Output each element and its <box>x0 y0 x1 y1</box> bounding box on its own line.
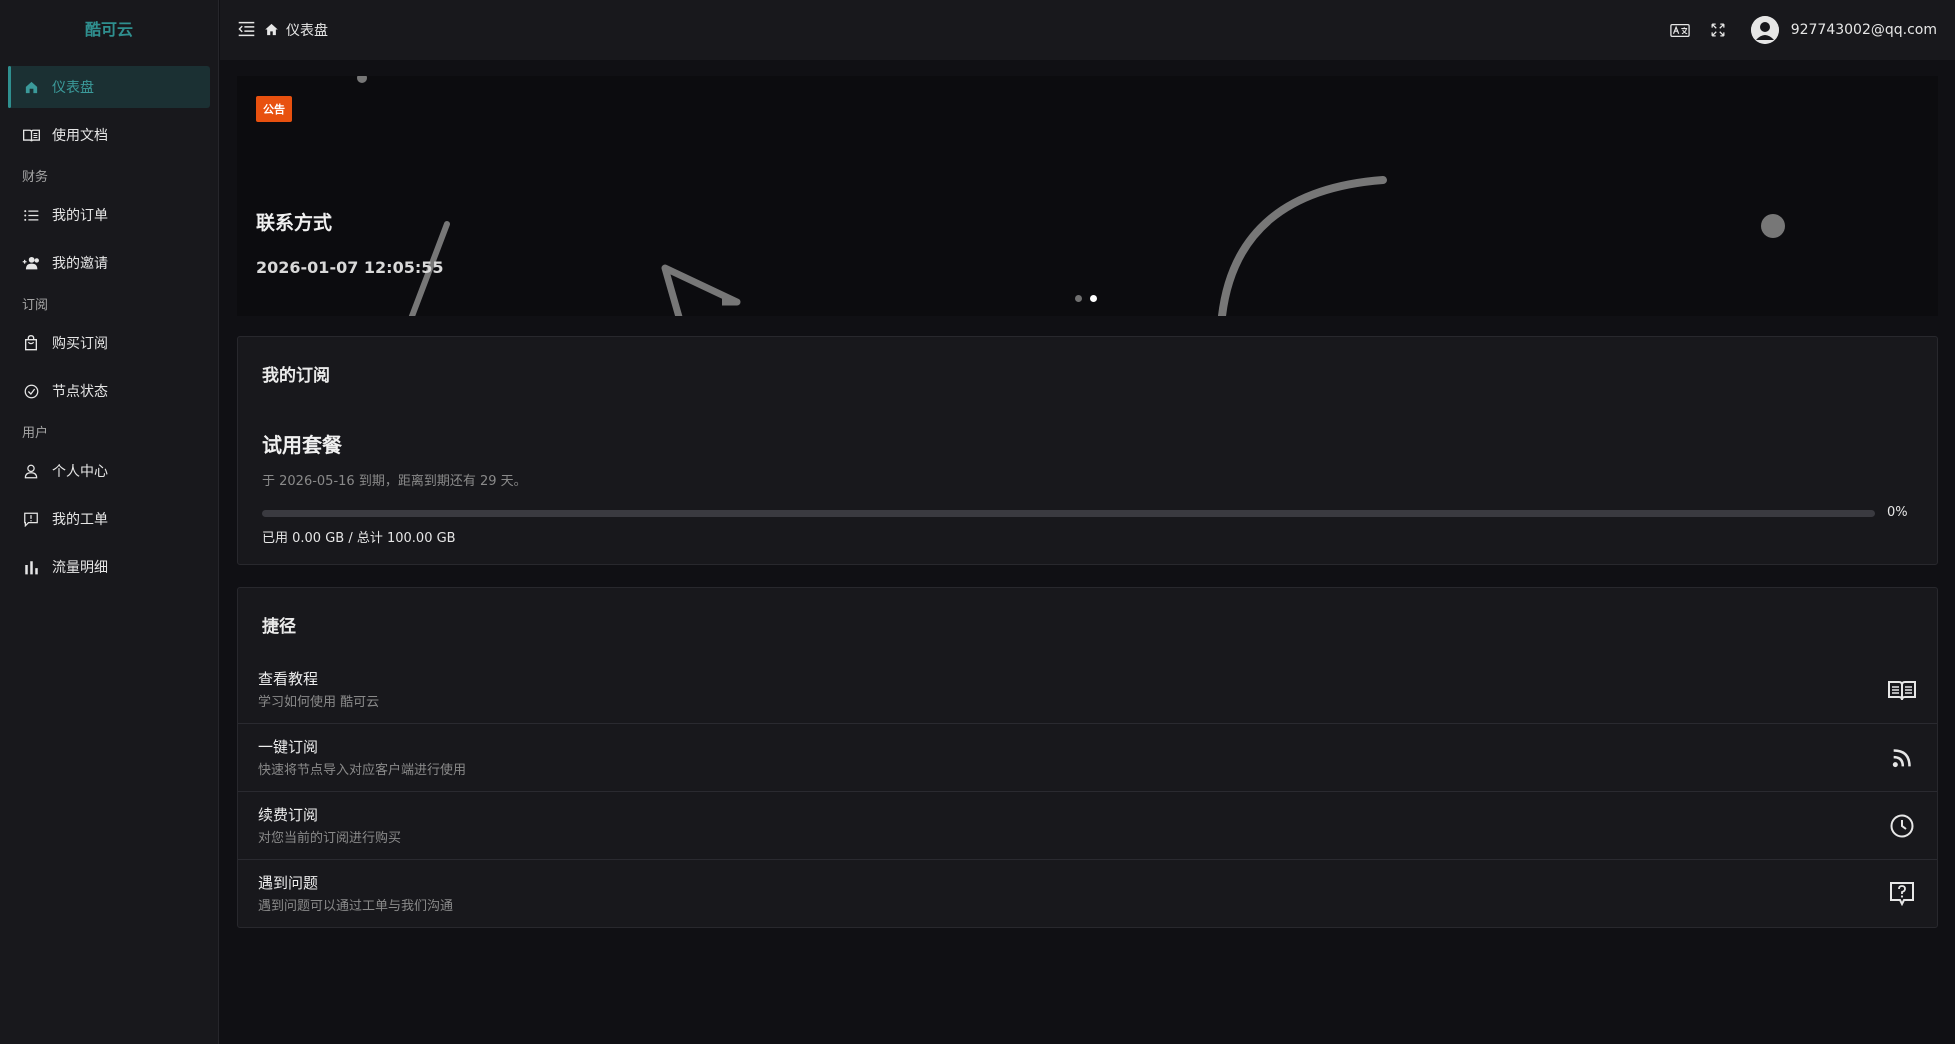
user-add-icon <box>22 254 40 272</box>
sidebar-item-dashboard[interactable]: 仪表盘 <box>8 66 210 108</box>
book-icon <box>22 126 40 144</box>
expire-text: 于 2026-05-16 到期，距离到期还有 29 天。 <box>262 474 527 489</box>
shortcut-name: 遇到问题 <box>258 874 319 892</box>
breadcrumb-label: 仪表盘 <box>286 23 328 39</box>
help-chat-icon <box>1887 880 1917 908</box>
plan-name: 试用套餐 <box>262 433 342 457</box>
user-email: 927743002@qq.com <box>1790 22 1937 38</box>
moon-icon[interactable] <box>1631 19 1653 41</box>
sidebar-item-buy[interactable]: 购买订阅 <box>8 322 210 364</box>
shortcut-help[interactable]: 遇到问题 遇到问题可以通过工单与我们沟通 <box>238 860 1937 928</box>
user-menu[interactable]: 927743002@qq.com <box>1750 16 1937 44</box>
shortcut-name: 查看教程 <box>258 670 319 688</box>
shortcuts-list: 查看教程 学习如何使用 酷可云 一键订阅 快速将节点导入对应客户端进行使用 续费… <box>238 656 1937 928</box>
sidebar-item-docs[interactable]: 使用文档 <box>8 114 210 156</box>
sidebar-item-label: 流量明细 <box>52 560 108 576</box>
person-icon <box>22 462 40 480</box>
sidebar-item-node-status[interactable]: 节点状态 <box>8 370 210 412</box>
sidebar-item-invite[interactable]: 我的邀请 <box>8 242 210 284</box>
translate-icon[interactable] <box>1669 19 1691 41</box>
sidebar-item-label: 我的工单 <box>52 512 108 528</box>
subscription-card: 我的订阅 试用套餐 于 2026-05-16 到期，距离到期还有 29 天。 0… <box>237 336 1938 565</box>
breadcrumb[interactable]: 仪表盘 <box>264 20 328 40</box>
sidebar-item-label: 购买订阅 <box>52 336 108 352</box>
list-icon <box>22 206 40 224</box>
carousel-dot-active[interactable] <box>1090 295 1097 302</box>
shortcut-name: 续费订阅 <box>258 806 319 824</box>
traffic-usage: 已用 0.00 GB / 总计 100.00 GB <box>262 531 456 546</box>
shortcut-name: 一键订阅 <box>258 738 319 756</box>
shortcut-one-click-subscribe[interactable]: 一键订阅 快速将节点导入对应客户端进行使用 <box>238 724 1937 792</box>
sidebar-group-subscription: 订阅 <box>22 298 49 313</box>
clock-icon <box>1887 812 1917 840</box>
check-circle-icon <box>22 382 40 400</box>
app-logo[interactable]: 酷可云 <box>0 0 218 60</box>
sidebar-item-profile[interactable]: 个人中心 <box>8 450 210 492</box>
rss-icon <box>1887 744 1917 772</box>
avatar-icon <box>1750 16 1779 44</box>
shortcut-desc: 学习如何使用 酷可云 <box>258 695 380 710</box>
sidebar: 酷可云 仪表盘 使用文档 财务 我的订单 我的邀请 订阅 购买订阅 节点状态 用… <box>0 0 219 1044</box>
carousel-dots <box>1075 295 1105 302</box>
traffic-percent: 0% <box>1887 505 1908 520</box>
sidebar-item-label: 仪表盘 <box>52 80 94 96</box>
sidebar-group-user: 用户 <box>22 426 49 441</box>
announcement-badge: 公告 <box>256 96 292 122</box>
subscription-title: 我的订阅 <box>262 366 330 386</box>
top-header: 仪表盘 927743002@qq.com <box>220 0 1955 60</box>
bag-icon <box>22 334 40 352</box>
sidebar-item-label: 我的邀请 <box>52 256 108 272</box>
home-icon <box>22 78 40 96</box>
shortcuts-title: 捷径 <box>262 617 296 637</box>
announcement-title[interactable]: 联系方式 <box>256 208 332 235</box>
sidebar-group-finance: 财务 <box>22 170 49 185</box>
sidebar-item-label: 使用文档 <box>52 128 108 144</box>
shortcuts-card: 捷径 查看教程 学习如何使用 酷可云 一键订阅 快速将节点导入对应客户端进行使用… <box>237 587 1938 928</box>
sidebar-item-label: 节点状态 <box>52 384 108 400</box>
sidebar-item-tickets[interactable]: 我的工单 <box>8 498 210 540</box>
home-icon <box>264 22 280 38</box>
ticket-icon <box>22 510 40 528</box>
shortcut-desc: 快速将节点导入对应客户端进行使用 <box>258 763 467 778</box>
carousel-dot[interactable] <box>1075 295 1082 302</box>
shortcut-tutorial[interactable]: 查看教程 学习如何使用 酷可云 <box>238 656 1937 724</box>
sidebar-item-label: 个人中心 <box>52 464 108 480</box>
sidebar-item-traffic[interactable]: 流量明细 <box>8 546 210 588</box>
traffic-progress-bar <box>262 510 1875 517</box>
shortcut-renew[interactable]: 续费订阅 对您当前的订阅进行购买 <box>238 792 1937 860</box>
announcement-date: 2026-01-07 12:05:55 <box>256 258 444 277</box>
shortcut-desc: 遇到问题可以通过工单与我们沟通 <box>258 899 454 914</box>
sidebar-item-orders[interactable]: 我的订单 <box>8 194 210 236</box>
book-open-icon <box>1887 676 1917 704</box>
fullscreen-icon[interactable] <box>1707 19 1729 41</box>
announcement-carousel[interactable]: 公告 联系方式 2026-01-07 12:05:55 <box>237 76 1938 316</box>
decorative-shapes <box>357 76 1785 316</box>
collapse-menu-icon[interactable] <box>238 21 256 39</box>
sidebar-menu: 仪表盘 使用文档 财务 我的订单 我的邀请 订阅 购买订阅 节点状态 用户 个人… <box>0 60 218 600</box>
bar-chart-icon <box>22 558 40 576</box>
sidebar-item-label: 我的订单 <box>52 208 108 224</box>
shortcut-desc: 对您当前的订阅进行购买 <box>258 831 402 846</box>
header-actions: 927743002@qq.com <box>1615 16 1937 44</box>
